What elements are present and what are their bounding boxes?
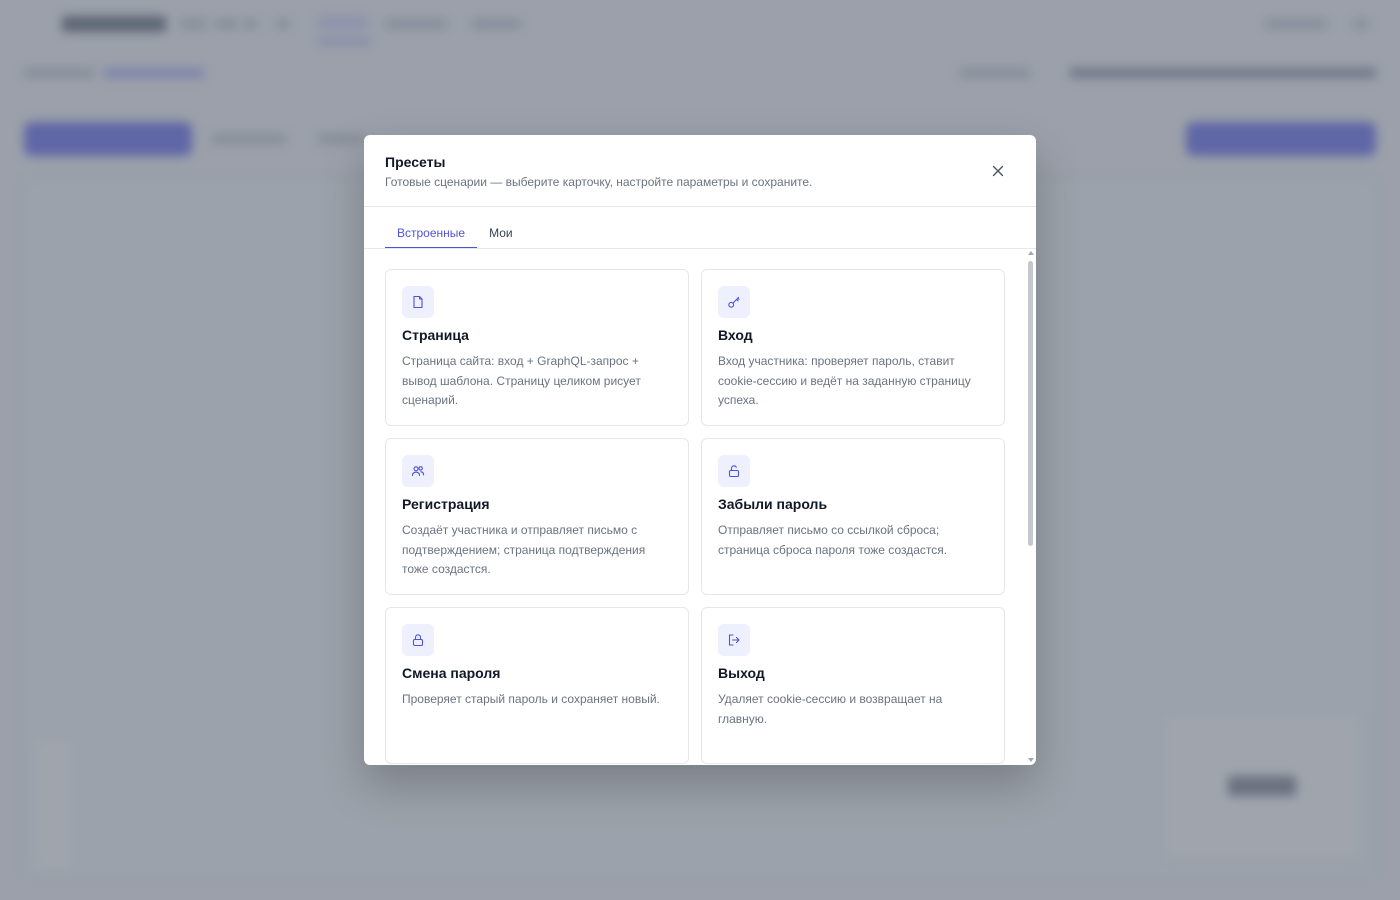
preset-description: Удаляет cookie-сессию и возвращает на гл… <box>718 692 943 726</box>
preset-card-registration[interactable]: Регистрация Создаёт участника и отправля… <box>385 438 689 595</box>
scroll-down-arrow[interactable] <box>1028 758 1034 762</box>
preset-card-login[interactable]: Вход Вход участника: проверяет пароль, с… <box>701 269 1005 426</box>
preset-card-forgot-password[interactable]: Забыли пароль Отправляет письмо со ссылк… <box>701 438 1005 595</box>
preset-description: Вход участника: проверяет пароль, ставит… <box>718 354 971 407</box>
close-icon <box>992 165 1004 177</box>
users-icon <box>402 455 434 487</box>
preset-card-logout[interactable]: Выход Удаляет cookie-сессию и возвращает… <box>701 607 1005 764</box>
preset-description: Проверяет старый пароль и сохраняет новы… <box>402 692 660 706</box>
modal-header: Пресеты Готовые сценарии — выберите карт… <box>364 135 1036 207</box>
unlock-icon <box>718 455 750 487</box>
tab-mine[interactable]: Мои <box>477 221 525 249</box>
logout-icon <box>718 624 750 656</box>
preset-tabs: Встроенные Мои <box>385 221 525 249</box>
lock-icon <box>402 624 434 656</box>
modal-title: Пресеты <box>385 154 446 170</box>
presets-grid: Страница Страница сайта: вход + GraphQL-… <box>385 269 1005 765</box>
preset-title: Смена пароля <box>402 665 501 681</box>
presets-modal: Пресеты Готовые сценарии — выберите карт… <box>364 135 1036 765</box>
preset-title: Регистрация <box>402 496 490 512</box>
preset-description: Создаёт участника и отправляет письмо с … <box>402 523 646 576</box>
preset-title: Забыли пароль <box>718 496 828 512</box>
scroll-up-arrow[interactable] <box>1028 251 1034 255</box>
file-icon <box>402 286 434 318</box>
preset-card-page[interactable]: Страница Страница сайта: вход + GraphQL-… <box>385 269 689 426</box>
scroll-thumb[interactable] <box>1028 261 1033 546</box>
preset-description: Отправляет письмо со ссылкой сброса; стр… <box>718 523 948 557</box>
close-button[interactable] <box>986 159 1010 183</box>
preset-title: Выход <box>718 665 765 681</box>
scrollbar[interactable] <box>1026 249 1036 765</box>
preset-title: Вход <box>718 327 753 343</box>
preset-description: Страница сайта: вход + GraphQL-запрос + … <box>402 354 641 407</box>
tab-builtin[interactable]: Встроенные <box>385 221 478 249</box>
modal-subtitle: Готовые сценарии — выберите карточку, на… <box>385 175 813 189</box>
presets-list: Страница Страница сайта: вход + GraphQL-… <box>364 249 1036 765</box>
preset-card-change-password[interactable]: Смена пароля Проверяет старый пароль и с… <box>385 607 689 764</box>
key-icon <box>718 286 750 318</box>
preset-title: Страница <box>402 327 469 343</box>
